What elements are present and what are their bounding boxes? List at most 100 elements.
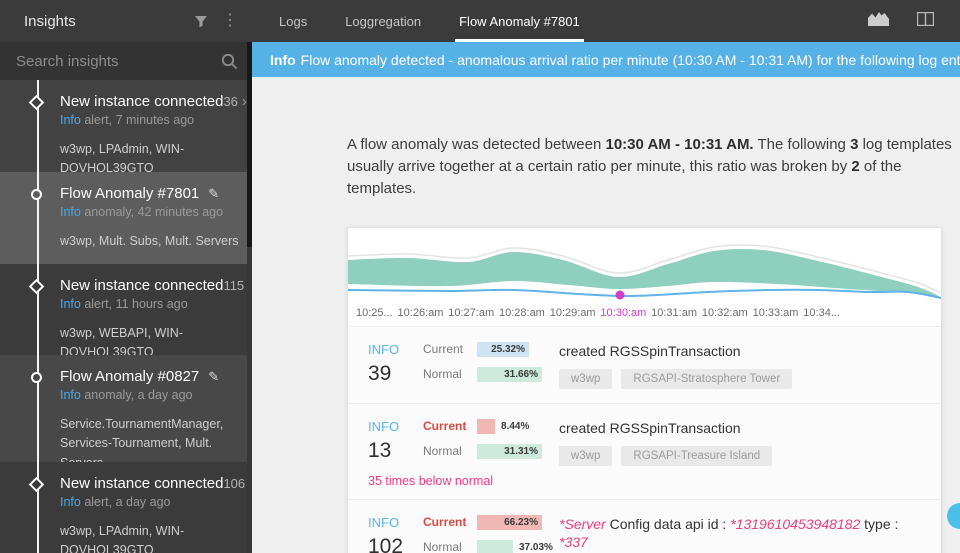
log-row-grid: INFO 102 Current 66.23% Normal 37.03% *Server …	[368, 514, 921, 553]
tab-logs[interactable]: Logs	[265, 0, 321, 42]
insight-title: New instance connected	[60, 475, 224, 492]
insight-tags: w3wp, Mult. Subs, Mult. Servers	[60, 234, 239, 248]
insight-title: Flow Anomaly #0827	[60, 368, 200, 385]
selected-minute-marker[interactable]	[615, 290, 625, 300]
search-icon[interactable]	[221, 53, 238, 70]
log-occurrence-count: 102	[368, 534, 404, 553]
insight-severity: Info	[60, 113, 81, 127]
anomaly-description: A flow anomaly was detected between 10:3…	[347, 134, 955, 201]
log-template-row[interactable]: INFO 39 Current 25.32% Normal 31.66% created R…	[348, 327, 941, 404]
log-row-bars: Current 8.44% Normal 31.31%	[423, 418, 559, 469]
diamond-marker-icon	[28, 94, 45, 111]
ratio-bar-line: Normal 31.66%	[423, 366, 559, 382]
ratio-bar-line: Current 8.44%	[423, 418, 559, 434]
ratio-bar-label: Normal	[423, 367, 462, 382]
ratio-bar-label: Normal	[423, 444, 462, 459]
app-title: Insights	[24, 12, 76, 30]
log-tag-chip: w3wp	[559, 445, 613, 466]
insight-title-row: New instance connected115›	[60, 277, 252, 294]
log-row-grid: INFO 13 Current 8.44% Normal 31.31% created RG…	[368, 418, 921, 469]
insight-list-item[interactable]: New instance connected115› Info alert, 11…	[0, 264, 252, 355]
log-row-grid: INFO 39 Current 25.32% Normal 31.66% created R…	[368, 341, 921, 392]
chart-view-icon[interactable]	[868, 11, 889, 31]
insight-meta-text: anomaly, a day ago	[80, 388, 193, 402]
log-template-text: created RGSSpinTransaction	[559, 419, 921, 437]
description-segment: 2	[851, 158, 860, 176]
log-row-message: created RGSSpinTransaction w3wp RGSAPI-Str…	[559, 342, 921, 392]
axis-tick-label: 10:29:am	[549, 306, 596, 319]
banner-text: Flow anomaly detected - anomalous arriva…	[300, 51, 960, 68]
axis-tick-label: 10:30:am	[600, 306, 647, 319]
log-template-rows: INFO 39 Current 25.32% Normal 31.66% created R…	[348, 325, 941, 553]
ratio-bar-value: 66.23%	[504, 516, 538, 528]
log-template-text: *Server Config data api id : *1319610453…	[559, 515, 921, 551]
insight-list-item[interactable]: New instance connected 36 › Info alert, 7 m…	[0, 80, 252, 172]
template-variable: *1319610453948182	[730, 515, 861, 532]
ratio-bar-value: 8.44%	[501, 420, 530, 432]
log-row-bars: Current 66.23% Normal 37.03%	[423, 514, 559, 553]
split-view-icon[interactable]	[916, 11, 935, 31]
log-row-message: *Server Config data api id : *1319610453…	[559, 515, 921, 553]
ratio-bar: 25.32%	[477, 341, 542, 357]
ratio-bar-label: Current	[423, 515, 467, 530]
insight-meta-text: alert, 7 minutes ago	[80, 113, 195, 127]
insight-tags: Service.TournamentManager, Services-Tour…	[60, 417, 224, 462]
insight-meta: Info alert, 7 minutes ago	[60, 113, 246, 127]
anomaly-note: 35 times below normal	[368, 473, 494, 488]
insight-list-item[interactable]: Flow Anomaly #7801 ✎ Info anomaly, 42 minu…	[0, 172, 252, 264]
log-severity-label: INFO	[368, 418, 400, 434]
log-occurrence-count: 39	[368, 361, 392, 385]
axis-tick-label: 10:32:am	[701, 306, 748, 319]
search-input[interactable]	[16, 52, 221, 70]
axis-tick-label: 10:26:am	[397, 306, 444, 319]
template-text-segment: Config data api id :	[605, 515, 731, 532]
ratio-bar: 31.66%	[477, 366, 542, 382]
insight-count-value: 115	[223, 278, 245, 293]
template-variable: *Server	[559, 515, 606, 532]
timeline-chart[interactable]	[348, 234, 941, 306]
axis-tick-label: 10:33:am	[752, 306, 799, 319]
search-bar	[0, 42, 252, 80]
ratio-bar-line: Normal 37.03%	[423, 539, 559, 553]
log-template-row[interactable]: INFO 13 Current 8.44% Normal 31.31% created RG…	[348, 404, 941, 500]
axis-tick-label: 10:27:am	[448, 306, 495, 319]
log-severity-label: INFO	[368, 341, 400, 357]
tab-bar: Logs Loggregation Flow Anomaly #7801	[265, 0, 604, 42]
insight-severity: Info	[60, 495, 81, 509]
insight-severity: Info	[60, 205, 81, 219]
ratio-bar-label: Current	[423, 419, 467, 434]
log-template-row[interactable]: INFO 102 Current 66.23% Normal 37.03% *Server …	[348, 500, 941, 553]
insights-list: New instance connected 36 › Info alert, 7 m…	[0, 80, 252, 553]
insight-meta: Info anomaly, a day ago	[60, 388, 246, 402]
log-tag-chip: RGSAPI-Stratosphere Tower	[621, 368, 793, 389]
log-occurrence-count: 13	[368, 438, 392, 462]
insight-tags: w3wp, WEBAPI, WIN-DQVHQL39GTO	[60, 326, 183, 355]
tab-loggregation[interactable]: Loggregation	[331, 0, 435, 42]
template-text-segment: type :	[860, 515, 899, 532]
circle-marker-icon	[31, 372, 42, 383]
insight-meta-text: alert, 11 hours ago	[80, 297, 188, 311]
insight-list-item[interactable]: New instance connected106› Info alert, a …	[0, 462, 252, 553]
insight-title-row: Flow Anomaly #7801 ✎	[60, 185, 246, 202]
insight-title: New instance connected	[60, 277, 224, 294]
main-panel: Info Flow anomaly detected - anomalous a…	[252, 42, 960, 553]
insight-meta-text: anomaly, 42 minutes ago	[80, 205, 224, 219]
tab-flow-anomaly-7801[interactable]: Flow Anomaly #7801	[445, 0, 594, 42]
kebab-menu-icon[interactable]: ⋮	[222, 13, 238, 29]
log-tag-list: w3wp RGSAPI-Treasure Island	[559, 445, 921, 466]
circle-marker-icon	[31, 189, 42, 200]
flow-area-chart	[348, 243, 941, 300]
ratio-bar-line: Current 66.23%	[423, 514, 559, 530]
edit-pencil-icon[interactable]: ✎	[208, 186, 219, 202]
insight-title-row: New instance connected 36 ›	[60, 93, 247, 110]
log-row-left: INFO 39	[368, 342, 423, 392]
filter-icon[interactable]	[194, 14, 208, 28]
edit-pencil-icon[interactable]: ✎	[208, 369, 219, 385]
insight-count-value: 106	[223, 476, 246, 491]
insights-sidebar: New instance connected36› Info alert, 7 m…	[0, 42, 252, 553]
insight-severity: Info	[60, 297, 81, 311]
insight-list-item[interactable]: Flow Anomaly #0827 ✎ Info anomaly, a day a…	[0, 355, 252, 462]
time-axis: 10:25... 10:26:am 10:27:am 10:28:am 10:29:am…	[348, 306, 840, 326]
log-severity-label: INFO	[368, 514, 400, 530]
insight-title: New instance connected	[60, 93, 224, 110]
